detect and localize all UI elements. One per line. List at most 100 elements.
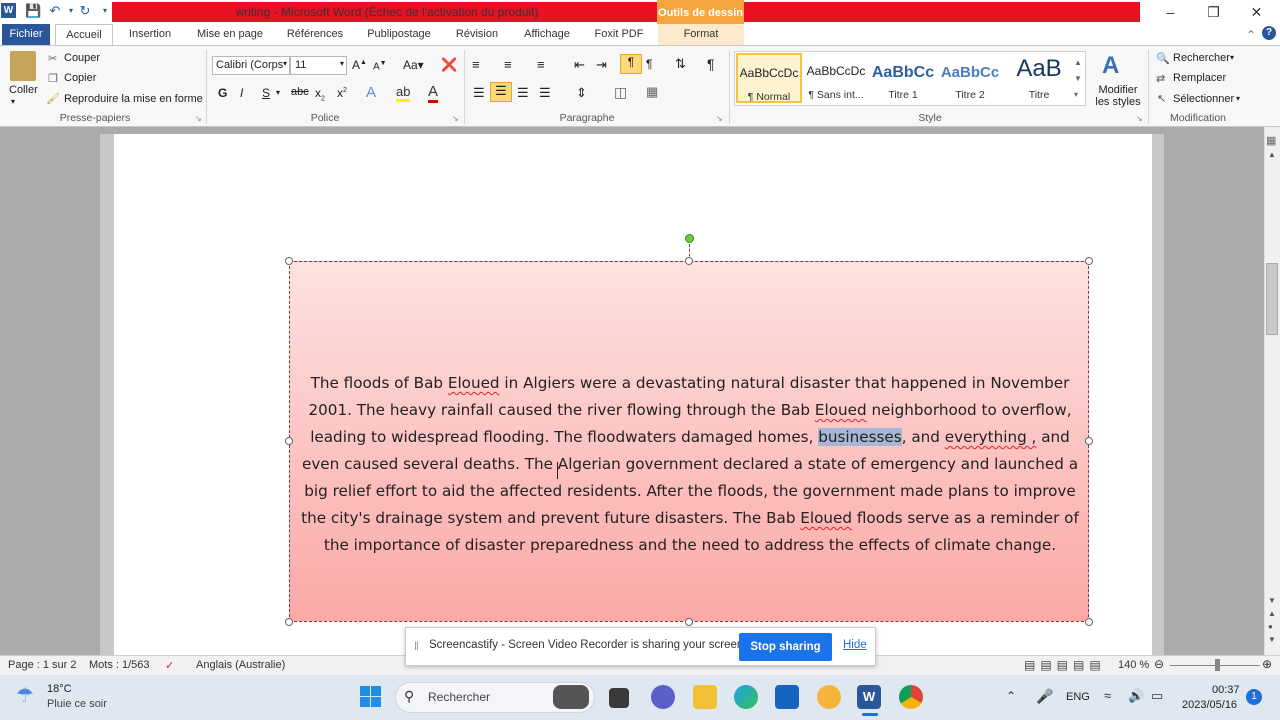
battery-icon[interactable]: ▭ — [1151, 688, 1163, 704]
volume-icon[interactable]: 🔊 — [1128, 688, 1144, 704]
justify-icon[interactable]: ☰ — [539, 85, 551, 101]
chat-icon[interactable] — [651, 685, 675, 709]
resize-handle-left[interactable] — [285, 437, 293, 445]
paste-icon[interactable] — [10, 51, 36, 81]
text-effects-icon[interactable]: A — [366, 84, 376, 101]
rtl-direction-icon[interactable]: ¶ — [646, 57, 652, 71]
decrease-indent-icon[interactable]: ⇤ — [574, 57, 585, 73]
clipboard-launcher-icon[interactable]: ↘ — [195, 114, 202, 123]
grow-font-icon[interactable]: A▲ — [352, 58, 367, 72]
view-buttons-icon[interactable]: ▤▤▤▤▤ — [1024, 658, 1106, 672]
chevron-down-icon[interactable]: ▾ — [1236, 94, 1240, 103]
align-right-icon[interactable]: ☰ — [517, 85, 529, 101]
font-color-icon[interactable]: A — [428, 83, 439, 103]
replace-button[interactable]: Remplacer — [1173, 72, 1226, 84]
italic-button[interactable]: I — [240, 86, 243, 100]
spelling-error[interactable]: Eloued — [815, 401, 867, 419]
rotate-handle[interactable] — [685, 234, 694, 243]
clock-time[interactable]: 00:37 — [1212, 684, 1240, 696]
resize-handle-top[interactable] — [685, 257, 693, 265]
line-spacing-icon[interactable]: ⇕ — [576, 85, 587, 101]
stop-sharing-button[interactable]: Stop sharing — [739, 633, 832, 661]
copy-button[interactable]: Copier — [64, 72, 96, 84]
paste-button[interactable]: Coller — [9, 84, 38, 96]
customize-qat-icon[interactable]: ▾ — [97, 3, 113, 19]
style-title[interactable]: AaB Titre — [1004, 53, 1074, 103]
shrink-font-icon[interactable]: A▼ — [373, 60, 387, 72]
resize-handle-bottom-right[interactable] — [1085, 618, 1093, 626]
microphone-icon[interactable]: 🎤 — [1036, 688, 1053, 705]
numbering-icon[interactable]: ≡ — [504, 57, 512, 72]
proofing-icon[interactable]: ✓ — [165, 659, 174, 672]
shading-icon[interactable]: ◫ — [614, 84, 627, 101]
resize-handle-bottom-left[interactable] — [285, 618, 293, 626]
style-heading-1[interactable]: AaBbCc Titre 1 — [870, 53, 936, 103]
weather-temperature[interactable]: 18°C — [47, 683, 72, 695]
align-center-icon[interactable]: ☰ — [490, 82, 512, 102]
hide-link[interactable]: Hide — [843, 639, 867, 651]
save-icon[interactable]: 💾 — [25, 3, 41, 19]
bold-button[interactable]: G — [218, 86, 227, 100]
scroll-nav-icons[interactable]: ▼ ▲ ● ▼ — [1268, 594, 1276, 646]
increase-indent-icon[interactable]: ⇥ — [596, 57, 607, 73]
select-button[interactable]: Sélectionner — [1173, 93, 1234, 105]
chevron-down-icon[interactable]: ▾ — [1230, 53, 1234, 62]
multilevel-list-icon[interactable]: ≡ — [537, 57, 545, 72]
underline-button[interactable]: S — [262, 86, 270, 100]
minimize-ribbon-icon[interactable]: ⌃ — [1246, 28, 1256, 42]
word-count[interactable]: Mots : 1/563 — [89, 659, 150, 671]
text-box-content[interactable]: The floods of Bab Eloued in Algiers were… — [300, 370, 1080, 559]
bullets-icon[interactable]: ≡ — [472, 57, 480, 72]
zoom-level[interactable]: 140 % — [1118, 659, 1149, 671]
input-language[interactable]: ENG — [1066, 691, 1090, 703]
file-explorer-icon[interactable] — [693, 685, 717, 709]
style-normal[interactable]: AaBbCcDc ¶ Normal — [736, 53, 802, 103]
styles-launcher-icon[interactable]: ↘ — [1136, 114, 1143, 123]
chrome-icon[interactable] — [899, 685, 923, 709]
tab-insertion[interactable]: Insertion — [120, 24, 180, 46]
resize-handle-top-right[interactable] — [1085, 257, 1093, 265]
zoom-in-icon[interactable]: ⊕ — [1262, 657, 1272, 671]
weather-forecast[interactable]: Pluie ce soir — [47, 698, 107, 710]
wifi-icon[interactable]: ≈ — [1104, 688, 1111, 703]
tab-revision[interactable]: Révision — [448, 24, 506, 46]
clock-date[interactable]: 2023/05/16 — [1182, 699, 1237, 711]
notification-badge[interactable]: 1 — [1246, 689, 1262, 705]
spelling-error[interactable]: Eloued — [448, 374, 500, 392]
font-launcher-icon[interactable]: ↘ — [452, 114, 459, 123]
store-icon[interactable] — [775, 685, 799, 709]
selected-text-box[interactable]: The floods of Bab Eloued in Algiers were… — [289, 261, 1089, 622]
highlight-icon[interactable]: ab — [396, 84, 411, 102]
tab-foxit-pdf[interactable]: Foxit PDF — [588, 24, 650, 46]
underline-dropdown-icon[interactable]: ▾ — [276, 88, 280, 97]
paste-dropdown-icon[interactable]: ▾ — [11, 97, 15, 106]
browser-icon[interactable] — [817, 685, 841, 709]
maximize-button[interactable]: ❐ — [1191, 0, 1236, 24]
spelling-error[interactable]: Eloued — [800, 509, 852, 527]
tab-format[interactable]: Format — [658, 24, 744, 46]
change-case-icon[interactable]: Aa▾ — [403, 58, 424, 72]
style-heading-2[interactable]: AaBbCc Titre 2 — [937, 53, 1003, 103]
find-button[interactable]: Rechercher — [1173, 52, 1230, 64]
search-highlight-icon[interactable] — [553, 685, 589, 709]
drag-handle-icon[interactable]: ‖ — [414, 639, 419, 653]
cut-button[interactable]: Couper — [64, 52, 100, 64]
tab-publipostage[interactable]: Publipostage — [360, 24, 438, 46]
borders-icon[interactable]: ▦ — [646, 84, 658, 100]
edge-icon[interactable] — [734, 685, 758, 709]
spelling-error[interactable]: everything , — [945, 428, 1037, 446]
tab-fichier[interactable]: Fichier — [2, 24, 50, 46]
text-run[interactable]: , and — [902, 428, 945, 446]
resize-handle-top-left[interactable] — [285, 257, 293, 265]
redo-icon[interactable]: ↻ — [77, 3, 93, 19]
ltr-direction-icon[interactable]: ¶ — [620, 54, 642, 74]
minimize-button[interactable]: – — [1148, 0, 1193, 24]
word-logo-icon[interactable]: W — [1, 3, 16, 18]
weather-icon[interactable]: ☂ — [16, 683, 34, 708]
task-view-icon[interactable] — [609, 688, 629, 708]
zoom-slider-thumb[interactable] — [1215, 659, 1220, 671]
format-painter-button[interactable]: Reproduire la mise en forme — [64, 93, 203, 105]
align-left-icon[interactable]: ☰ — [473, 85, 485, 101]
superscript-icon[interactable]: x2 — [337, 86, 347, 100]
strikethrough-icon[interactable]: abc — [291, 86, 309, 98]
